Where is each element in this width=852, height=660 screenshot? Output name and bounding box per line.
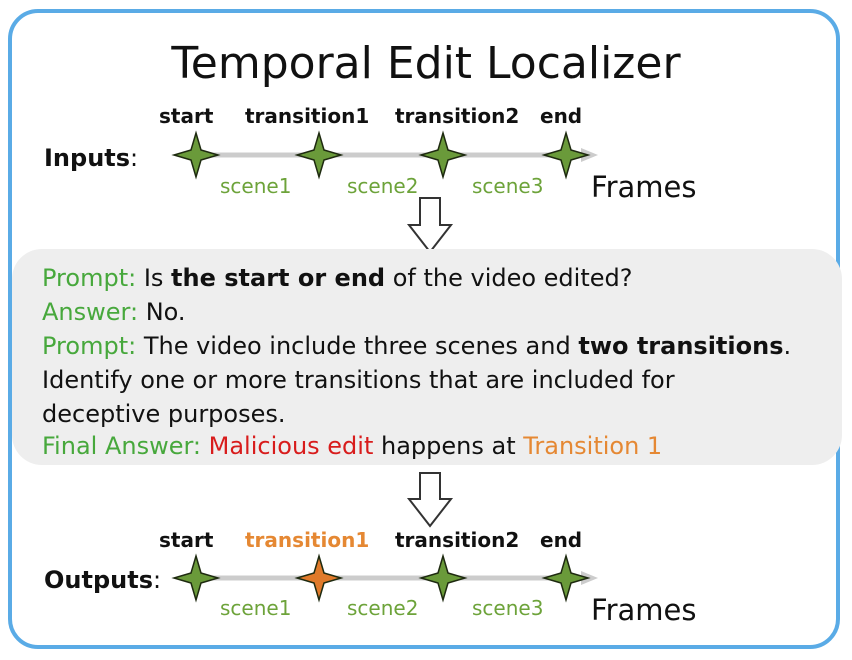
outputs-marker-start-star-icon xyxy=(171,553,221,603)
outputs-marker-transition1-star-icon xyxy=(294,553,344,603)
outputs-marker-end-star-icon xyxy=(541,553,591,603)
outputs-marker-transition2-star-icon xyxy=(418,553,468,603)
outputs-timeline xyxy=(171,553,598,603)
